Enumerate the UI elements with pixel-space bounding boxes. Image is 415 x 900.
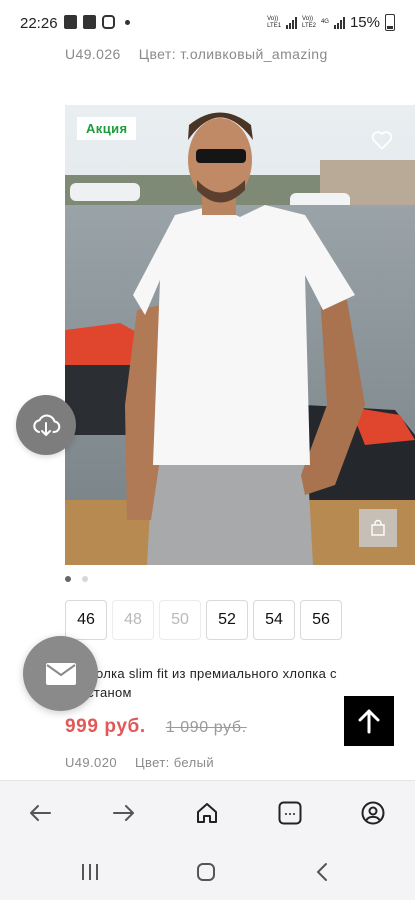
size-option[interactable]: 56 <box>300 600 342 640</box>
contact-mail-button[interactable] <box>23 636 98 711</box>
shopping-bag-icon <box>371 519 385 536</box>
favorite-button[interactable] <box>369 127 395 153</box>
gallery-dot-active[interactable] <box>65 576 71 582</box>
system-navigation-bar <box>0 844 415 900</box>
recent-apps-button[interactable] <box>78 860 102 884</box>
product-image[interactable]: Акция <box>65 105 415 565</box>
gallery-icon <box>83 15 96 29</box>
product-sku: U49.020 <box>65 755 117 770</box>
price-row: 999 руб. 1 090 руб. <box>65 716 247 738</box>
old-price: 1 090 руб. <box>165 719 247 736</box>
size-selector: 46 48 50 52 54 56 <box>65 600 342 640</box>
product-color: Цвет: белый <box>134 755 214 770</box>
heart-icon <box>371 131 393 150</box>
size-option[interactable]: 46 <box>65 600 107 640</box>
alert-icon <box>64 15 77 29</box>
gallery-pagination <box>65 576 88 582</box>
home-icon <box>197 803 217 823</box>
cloud-download-icon <box>33 414 61 436</box>
arrow-right-icon <box>113 805 134 821</box>
arrow-up-icon <box>358 709 380 734</box>
tabs-button[interactable] <box>276 799 304 827</box>
price: 999 руб. <box>65 716 146 737</box>
network-label-1: Vo)) LTE1 <box>267 15 282 29</box>
status-notification-icons <box>64 15 130 29</box>
battery-percent: 15% <box>349 14 380 31</box>
product-title[interactable]: Футболка slim fit из премиального хлопка… <box>65 664 345 702</box>
status-time: 22:26 <box>20 15 58 32</box>
product-photo <box>65 105 415 565</box>
forward-button[interactable] <box>110 799 138 827</box>
browser-toolbar <box>0 780 415 844</box>
home-button[interactable] <box>193 799 221 827</box>
back-nav-button[interactable] <box>310 860 334 884</box>
back-button[interactable] <box>26 799 54 827</box>
status-right: Vo)) LTE1 Vo)) LTE2 4G 15% <box>267 14 395 31</box>
promo-badge: Акция <box>77 117 137 140</box>
account-circle-icon <box>361 801 385 825</box>
envelope-icon <box>45 662 76 685</box>
home-nav-button[interactable] <box>194 860 218 884</box>
arrow-left-icon <box>30 805 51 821</box>
network-label-2: Vo)) LTE2 <box>302 15 316 29</box>
size-option[interactable]: 52 <box>206 600 248 640</box>
size-option-unavailable[interactable]: 50 <box>159 600 201 640</box>
recent-apps-icon <box>82 864 98 880</box>
battery-icon <box>385 14 395 31</box>
prev-product-sku: U49.026 <box>65 46 121 62</box>
size-option-unavailable[interactable]: 48 <box>112 600 154 640</box>
prev-product-meta: U49.026 Цвет: т.оливковый_amazing <box>65 46 328 62</box>
chevron-left-icon <box>317 863 327 881</box>
signal-icon <box>333 16 345 29</box>
download-button[interactable] <box>16 395 76 455</box>
scroll-to-top-button[interactable] <box>344 696 394 746</box>
size-option[interactable]: 54 <box>253 600 295 640</box>
instagram-icon <box>102 15 115 29</box>
product-meta: U49.020 Цвет: белый <box>65 755 214 770</box>
tabs-icon <box>278 801 302 825</box>
gallery-dot[interactable] <box>82 576 88 582</box>
prev-product-color: Цвет: т.оливковый_amazing <box>138 46 328 62</box>
add-to-cart-button[interactable] <box>359 509 397 547</box>
profile-button[interactable] <box>359 799 387 827</box>
home-square-icon <box>197 863 215 881</box>
signal-icon <box>286 16 298 29</box>
status-bar: 22:26 Vo)) LTE1 Vo)) LTE2 4G 15% <box>0 0 415 40</box>
network-label-3: 4G <box>320 19 329 25</box>
more-notifications-dot <box>125 19 130 25</box>
